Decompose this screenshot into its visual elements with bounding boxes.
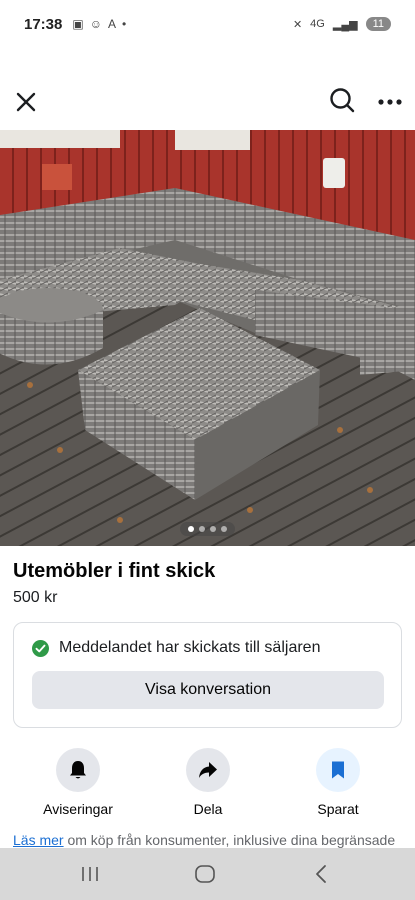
- snapchat-icon: ☺: [89, 17, 102, 31]
- carousel-dot-4[interactable]: [221, 526, 227, 532]
- bookmark-icon: [332, 761, 344, 779]
- share-icon: [199, 762, 217, 778]
- listing-title: Utemöbler i fint skick: [13, 560, 216, 582]
- share-button[interactable]: Dela: [158, 748, 258, 817]
- battery-badge: 11: [365, 17, 391, 31]
- back-button[interactable]: [313, 864, 329, 889]
- photo-carousel-indicator: [0, 522, 415, 536]
- check-circle-icon: [32, 639, 49, 657]
- network-label: 4G: [310, 18, 325, 30]
- listing-price: 500 kr: [13, 589, 58, 606]
- home-icon: [195, 865, 215, 883]
- read-more-link[interactable]: Läs mer: [13, 832, 64, 848]
- status-time: 17:38: [24, 15, 63, 33]
- app-icon: A: [107, 17, 116, 31]
- signal-icon: ▂▄▆: [332, 18, 358, 31]
- close-button[interactable]: [12, 88, 40, 116]
- system-icons: ✕ 4G ▂▄▆ 11: [293, 17, 391, 31]
- recent-apps-button[interactable]: [80, 866, 100, 887]
- carousel-dot-2[interactable]: [199, 526, 205, 532]
- mute-icon: ✕: [292, 18, 303, 31]
- notifications-circle[interactable]: [56, 748, 100, 792]
- message-status-text: Meddelandet har skickats till säljaren: [59, 639, 321, 656]
- top-bar: [0, 76, 415, 128]
- saved-label: Sparat: [317, 801, 359, 817]
- notification-icons: ▣ ☺ A •: [72, 17, 126, 31]
- notifications-label: Aviseringar: [43, 801, 113, 817]
- search-icon: [330, 88, 355, 113]
- search-button[interactable]: [328, 86, 356, 114]
- more-options-button[interactable]: [376, 88, 404, 116]
- view-conversation-button[interactable]: Visa konversation: [32, 671, 384, 709]
- carousel-dot-1[interactable]: [188, 526, 194, 532]
- furniture-photo: [0, 130, 415, 546]
- bell-icon: [70, 761, 86, 779]
- carousel-dot-3[interactable]: [210, 526, 216, 532]
- notifications-button[interactable]: Aviseringar: [28, 748, 128, 817]
- carousel-dots: [180, 522, 235, 536]
- recent-apps-icon: [82, 867, 98, 881]
- share-circle[interactable]: [186, 748, 230, 792]
- message-status-row: Meddelandet har skickats till säljaren: [32, 639, 320, 657]
- status-bar: 17:38 ▣ ☺ A • ✕ 4G ▂▄▆ 11: [0, 0, 415, 48]
- more-icon: [378, 99, 402, 105]
- dot-icon: •: [122, 17, 127, 31]
- saved-button[interactable]: Sparat: [288, 748, 388, 817]
- close-icon: [16, 92, 36, 112]
- home-button[interactable]: [194, 864, 216, 889]
- share-label: Dela: [193, 801, 223, 817]
- message-sent-card: Meddelandet har skickats till säljaren V…: [13, 622, 402, 728]
- consumer-info-body: om köp från konsumenter, inklusive dina …: [67, 832, 396, 848]
- back-icon: [316, 865, 326, 883]
- saved-circle[interactable]: [316, 748, 360, 792]
- listing-photo[interactable]: [0, 130, 415, 546]
- system-nav-bar: [0, 848, 415, 900]
- screenshot-icon: ▣: [72, 17, 84, 31]
- consumer-info-text: Läs mer om köp från konsumenter, inklusi…: [13, 832, 413, 848]
